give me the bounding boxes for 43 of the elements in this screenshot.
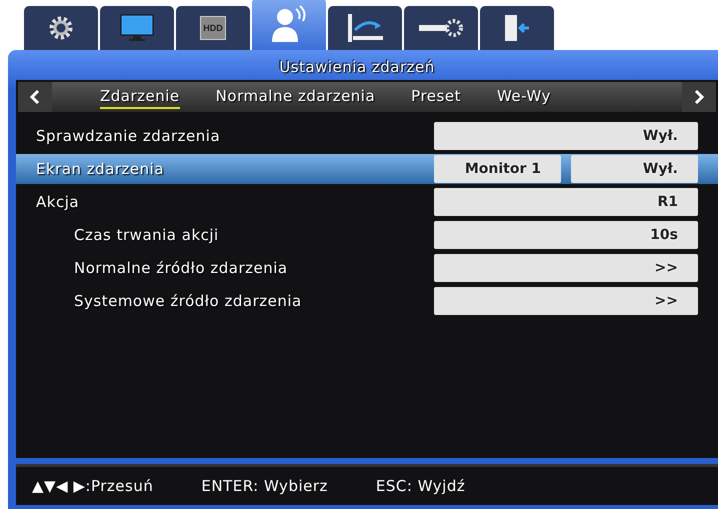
menu-tab[interactable] (404, 6, 478, 50)
sub-tab[interactable]: We-Wy (496, 85, 551, 109)
key-hint: ESC: Wyjdź (376, 477, 466, 495)
menu-tab[interactable] (24, 6, 98, 50)
menu-tab[interactable]: HDD (176, 6, 250, 50)
exit-door-icon (503, 13, 531, 43)
setting-label: Normalne źródło zdarzenia (74, 259, 289, 277)
chevron-left-icon (30, 90, 40, 104)
window-title: Ustawienia zdarzeń (279, 57, 435, 78)
setting-label: Akcja (36, 193, 80, 211)
setting-label: Systemowe źródło zdarzenia (74, 292, 303, 310)
setting-row[interactable]: Akcja R1 (16, 187, 718, 217)
next-button[interactable] (682, 82, 716, 112)
setting-row[interactable]: Systemowe źródło zdarzenia >> (16, 286, 718, 316)
monitor-icon (120, 14, 154, 42)
setting-row[interactable]: Sprawdzanie zdarzenia Wył. (16, 121, 718, 151)
setting-label: Czas trwania akcji (74, 226, 220, 244)
chevron-right-icon (694, 90, 704, 104)
sub-tab[interactable]: Preset (411, 85, 461, 109)
value-field[interactable]: R1 (434, 188, 698, 216)
value-field[interactable]: Wył. (434, 122, 698, 150)
setting-row[interactable]: Ekran zdarzenia Monitor 1 Wył. (16, 154, 718, 184)
setting-row[interactable]: Czas trwania akcji 10s (16, 220, 718, 250)
value-field[interactable]: >> (434, 254, 698, 282)
menu-tab[interactable] (328, 6, 402, 50)
previous-button[interactable] (18, 82, 52, 112)
menu-tab[interactable] (100, 6, 174, 50)
value-field[interactable]: 10s (434, 221, 698, 249)
setting-label: Ekran zdarzenia (36, 160, 166, 178)
menu-tab[interactable] (480, 6, 554, 50)
network-icon (345, 12, 385, 44)
value-field[interactable]: Wył. (571, 155, 698, 183)
gear-icon (48, 15, 74, 41)
menu-tab[interactable] (252, 0, 326, 50)
value-field[interactable]: >> (434, 287, 698, 315)
sub-tab[interactable]: Normalne zdarzenia (216, 85, 376, 109)
value-field[interactable]: Monitor 1 (434, 155, 561, 183)
setting-row[interactable]: Normalne źródło zdarzenia >> (16, 253, 718, 283)
hdd-icon: HDD (200, 16, 226, 40)
key-hint: ▲▼◀ ▶:Przesuń (32, 477, 154, 495)
setting-label: Sprawdzanie zdarzenia (36, 127, 222, 145)
sub-tab[interactable]: Zdarzenie (100, 85, 180, 109)
key-hint: ENTER: Wybierz (201, 477, 328, 495)
